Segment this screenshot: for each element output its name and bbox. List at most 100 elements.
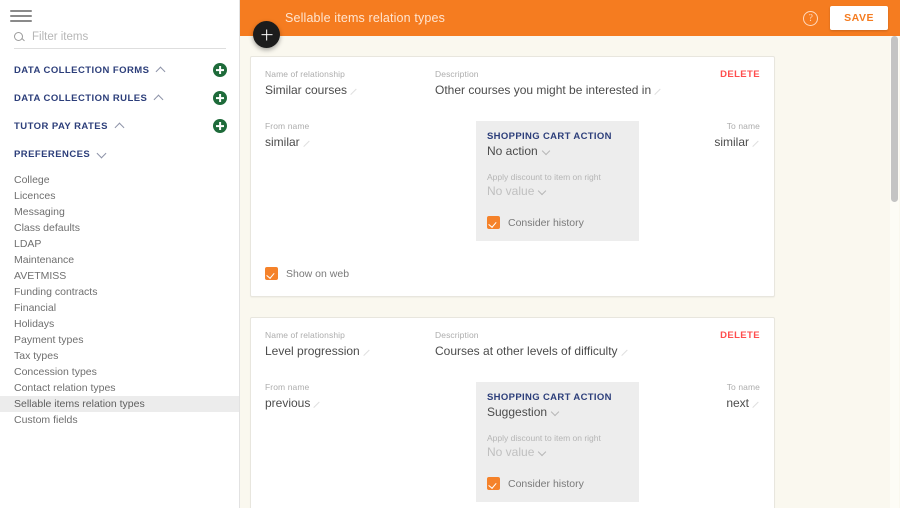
sidebar-item-label: AVETMISS bbox=[14, 270, 67, 282]
sidebar-item-ldap[interactable]: LDAP bbox=[0, 236, 239, 252]
description-value[interactable]: Courses at other levels of difficulty bbox=[435, 344, 629, 358]
sidebar-item-avetmiss[interactable]: AVETMISS bbox=[0, 268, 239, 284]
shopping-cart-action-select[interactable]: No action bbox=[487, 144, 628, 158]
to-name-field: To name similar bbox=[680, 121, 760, 151]
field-label: To name bbox=[726, 382, 760, 392]
edit-pencil-icon[interactable] bbox=[313, 401, 321, 409]
hamburger-menu-icon[interactable] bbox=[10, 8, 32, 24]
select-text: No value bbox=[487, 184, 535, 198]
from-name-field: From name similar bbox=[265, 121, 435, 151]
filter-items-input[interactable] bbox=[32, 31, 226, 43]
select-text: No value bbox=[487, 445, 535, 459]
shopping-cart-action-panel: SHOPPING CART ACTION Suggestion Apply di… bbox=[476, 382, 639, 502]
cards-container: DELETE Name of relationship Similar cour… bbox=[240, 36, 900, 508]
consider-history-checkbox[interactable] bbox=[487, 477, 500, 490]
sidebar-group-label: DATA COLLECTION RULES bbox=[14, 92, 148, 104]
value-text: similar bbox=[714, 135, 749, 149]
topbar-actions: ? SAVE bbox=[803, 6, 900, 30]
description-field: Description Courses at other levels of d… bbox=[435, 330, 760, 360]
sidebar-item-licences[interactable]: Licences bbox=[0, 188, 239, 204]
sidebar-item-tax-types[interactable]: Tax types bbox=[0, 348, 239, 364]
sidebar-item-maintenance[interactable]: Maintenance bbox=[0, 252, 239, 268]
card-body: DELETE Name of relationship Similar cour… bbox=[251, 57, 774, 241]
add-relation-type-button[interactable] bbox=[253, 21, 280, 48]
from-name-value[interactable]: similar bbox=[265, 135, 311, 149]
description-value[interactable]: Other courses you might be interested in bbox=[435, 83, 662, 97]
apply-discount-select[interactable]: No value bbox=[487, 445, 628, 459]
sidebar-item-contact-relation-types[interactable]: Contact relation types bbox=[0, 380, 239, 396]
sidebar-item-messaging[interactable]: Messaging bbox=[0, 204, 239, 220]
delete-button[interactable]: DELETE bbox=[720, 69, 760, 80]
field-label: Name of relationship bbox=[265, 330, 345, 340]
sidebar-item-label: Custom fields bbox=[14, 414, 78, 426]
value-text: Other courses you might be interested in bbox=[435, 83, 652, 97]
sidebar-item-funding-contracts[interactable]: Funding contracts bbox=[0, 284, 239, 300]
apply-discount-select[interactable]: No value bbox=[487, 184, 628, 198]
sidebar-item-holidays[interactable]: Holidays bbox=[0, 316, 239, 332]
apply-discount-label: Apply discount to item on right bbox=[487, 172, 601, 182]
value-text: Courses at other levels of difficulty bbox=[435, 344, 618, 358]
add-data-collection-form-icon[interactable] bbox=[213, 63, 227, 77]
save-button[interactable]: SAVE bbox=[830, 6, 888, 30]
card-footer: Show on web bbox=[251, 253, 774, 296]
show-on-web-row[interactable]: Show on web bbox=[265, 267, 760, 280]
card-body: DELETE Name of relationship Level progre… bbox=[251, 318, 774, 502]
sidebar-group-label: PREFERENCES bbox=[14, 148, 91, 160]
chevron-up-icon[interactable] bbox=[156, 66, 165, 75]
card-top-row: Name of relationship Similar courses Des… bbox=[265, 69, 760, 99]
sidebar-item-label: Licences bbox=[14, 190, 56, 202]
from-name-value[interactable]: previous bbox=[265, 396, 321, 410]
edit-pencil-icon[interactable] bbox=[350, 88, 358, 96]
to-name-value[interactable]: next bbox=[726, 396, 760, 410]
sidebar-group-preferences[interactable]: PREFERENCES bbox=[0, 140, 239, 168]
edit-pencil-icon[interactable] bbox=[303, 140, 311, 148]
sidebar-item-label: Sellable items relation types bbox=[14, 398, 145, 410]
consider-history-checkbox[interactable] bbox=[487, 216, 500, 229]
page-title: Sellable items relation types bbox=[285, 11, 445, 25]
sidebar-item-custom-fields[interactable]: Custom fields bbox=[0, 412, 239, 428]
sidebar-group-tutor-pay-rates[interactable]: TUTOR PAY RATES bbox=[0, 112, 239, 140]
sidebar-item-college[interactable]: College bbox=[0, 172, 239, 188]
chevron-down-icon bbox=[539, 188, 546, 195]
edit-pencil-icon[interactable] bbox=[654, 88, 662, 96]
help-icon[interactable]: ? bbox=[803, 10, 819, 26]
sidebar-item-label: Messaging bbox=[14, 206, 65, 218]
edit-pencil-icon[interactable] bbox=[752, 401, 760, 409]
sidebar-item-payment-types[interactable]: Payment types bbox=[0, 332, 239, 348]
delete-button[interactable]: DELETE bbox=[720, 330, 760, 341]
scrollbar-thumb[interactable] bbox=[891, 36, 898, 202]
field-label: To name bbox=[726, 121, 760, 131]
chevron-up-icon[interactable] bbox=[115, 122, 124, 131]
consider-history-row[interactable]: Consider history bbox=[487, 477, 628, 490]
hamburger-bar bbox=[10, 15, 32, 17]
field-label: From name bbox=[265, 121, 310, 131]
chevron-up-icon[interactable] bbox=[154, 94, 163, 103]
shopping-cart-action-title: SHOPPING CART ACTION bbox=[487, 131, 612, 142]
add-tutor-pay-rate-icon[interactable] bbox=[213, 119, 227, 133]
field-label: Name of relationship bbox=[265, 69, 345, 79]
to-name-value[interactable]: similar bbox=[714, 135, 760, 149]
vertical-scrollbar[interactable] bbox=[890, 36, 899, 508]
sidebar-item-label: Contact relation types bbox=[14, 382, 116, 394]
edit-pencil-icon[interactable] bbox=[363, 349, 371, 357]
name-of-relationship-value[interactable]: Level progression bbox=[265, 344, 371, 358]
sidebar-item-class-defaults[interactable]: Class defaults bbox=[0, 220, 239, 236]
name-of-relationship-value[interactable]: Similar courses bbox=[265, 83, 358, 97]
sidebar-item-label: Payment types bbox=[14, 334, 84, 346]
show-on-web-checkbox[interactable] bbox=[265, 267, 278, 280]
sidebar-item-concession-types[interactable]: Concession types bbox=[0, 364, 239, 380]
value-text: Level progression bbox=[265, 344, 360, 358]
sidebar-item-sellable-items-relation-types[interactable]: Sellable items relation types bbox=[0, 396, 239, 412]
consider-history-row[interactable]: Consider history bbox=[487, 216, 628, 229]
edit-pencil-icon[interactable] bbox=[621, 349, 629, 357]
add-data-collection-rule-icon[interactable] bbox=[213, 91, 227, 105]
chevron-down-icon[interactable] bbox=[97, 150, 106, 159]
edit-pencil-icon[interactable] bbox=[752, 140, 760, 148]
consider-history-label: Consider history bbox=[508, 216, 584, 229]
sidebar-group-data-collection-rules[interactable]: DATA COLLECTION RULES bbox=[0, 84, 239, 112]
shopping-cart-action-select[interactable]: Suggestion bbox=[487, 405, 628, 419]
sidebar-item-financial[interactable]: Financial bbox=[0, 300, 239, 316]
sidebar-item-label: Financial bbox=[14, 302, 57, 314]
hamburger-bar bbox=[10, 10, 32, 12]
sidebar-group-data-collection-forms[interactable]: DATA COLLECTION FORMS bbox=[0, 56, 239, 84]
